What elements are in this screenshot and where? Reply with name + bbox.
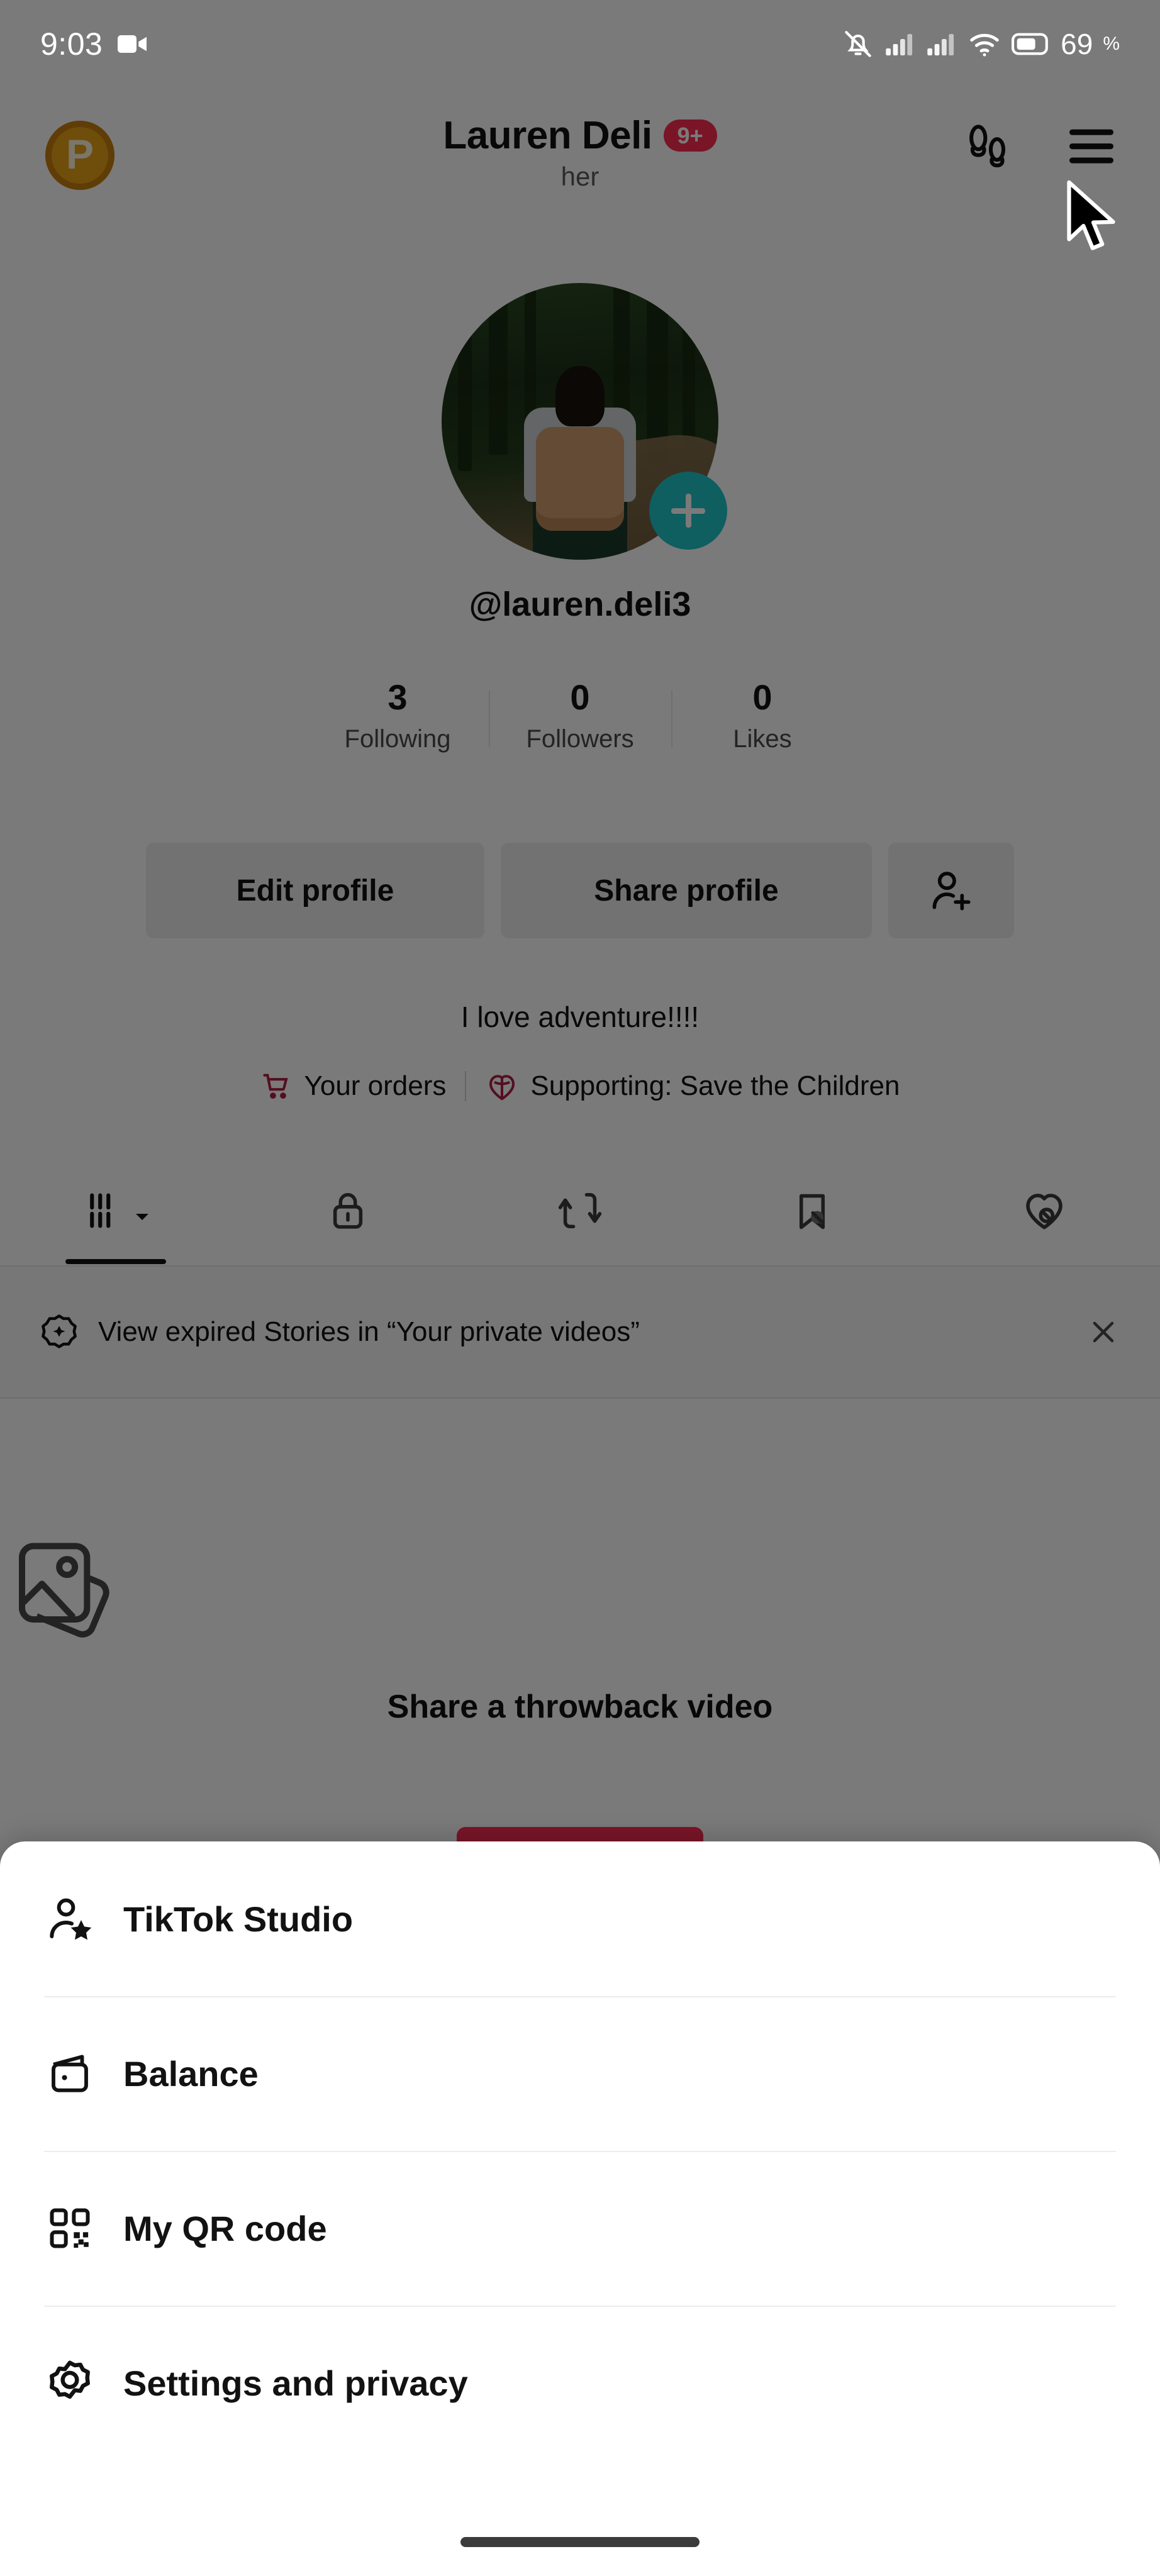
edit-profile-button[interactable]: Edit profile [146, 843, 484, 938]
stat-value: 0 [752, 677, 772, 717]
cellular-signal-icon [884, 30, 916, 58]
expired-stories-banner[interactable]: View expired Stories in “Your private vi… [0, 1267, 1160, 1397]
banner-divider [0, 1397, 1160, 1399]
sidebar-item-reposts-tab[interactable] [464, 1157, 696, 1264]
profile-header: P Lauren Deli 9+ her [0, 113, 1160, 214]
notifications-muted-icon [842, 28, 874, 60]
add-person-icon[interactable] [888, 843, 1014, 938]
meta-divider [465, 1071, 467, 1101]
menu-list: TikTok Studio Balance My QR code Setting… [0, 1841, 1160, 2460]
stat-likes[interactable]: 0 Likes [671, 679, 854, 753]
mouse-pointer-icon [1066, 180, 1124, 257]
sidebar-item-liked-tab[interactable] [928, 1157, 1160, 1264]
footprints-icon[interactable] [961, 119, 1015, 174]
sidebar-item-private-tab[interactable] [232, 1157, 464, 1264]
supporting-label: Supporting: Save the Children [530, 1070, 900, 1101]
stat-label: Likes [733, 724, 792, 753]
qr-code-icon [44, 2202, 96, 2254]
charity-heart-icon [485, 1069, 519, 1103]
stat-value: 0 [570, 677, 590, 717]
status-badge[interactable]: 9+ [663, 119, 717, 152]
status-time: 9:03 [40, 26, 103, 62]
active-tab-underline [65, 1259, 167, 1264]
home-indicator [460, 2537, 700, 2547]
stat-label: Followers [526, 724, 634, 753]
phone-screen: P Lauren Deli 9+ her @lauren.deli3 3 Fol… [0, 0, 1160, 2576]
share-profile-button[interactable]: Share profile [501, 843, 872, 938]
profile-actions: Edit profile Share profile [0, 843, 1160, 938]
your-orders-link[interactable]: Your orders [260, 1070, 447, 1102]
menu-item-my-qr-code[interactable]: My QR code [0, 2151, 1160, 2306]
profile-handle[interactable]: @lauren.deli3 [0, 585, 1160, 624]
menu-item-label: My QR code [123, 2208, 327, 2248]
battery-unit: % [1103, 33, 1120, 54]
profile-menu-sheet: TikTok Studio Balance My QR code Setting… [0, 1841, 1160, 2576]
menu-item-label: Balance [123, 2053, 259, 2094]
supporting-charity-link[interactable]: Supporting: Save the Children [485, 1069, 900, 1103]
hamburger-menu-icon[interactable] [1064, 125, 1118, 169]
wallet-icon [44, 2048, 96, 2099]
sidebar-item-videos-tab[interactable] [0, 1157, 232, 1264]
banner-text: View expired Stories in “Your private vi… [98, 1316, 640, 1347]
header-actions [961, 119, 1118, 174]
stat-followers[interactable]: 0 Followers [489, 679, 671, 753]
stat-value: 3 [388, 677, 408, 717]
profile-display-name: Lauren Deli [443, 114, 652, 157]
profile-tabs [0, 1157, 1160, 1264]
sidebar-item-favorites-tab[interactable] [696, 1157, 928, 1264]
menu-item-tiktok-studio[interactable]: TikTok Studio [0, 1841, 1160, 1996]
plus-icon[interactable] [649, 472, 727, 550]
video-record-icon [116, 31, 149, 57]
empty-state-text: Share a throwback video [387, 1689, 773, 1725]
menu-item-balance[interactable]: Balance [0, 1996, 1160, 2151]
gear-icon [44, 2357, 96, 2409]
menu-item-label: Settings and privacy [123, 2363, 468, 2403]
person-star-icon [44, 1893, 96, 1945]
menu-item-settings-and-privacy[interactable]: Settings and privacy [0, 2306, 1160, 2460]
avatar[interactable] [429, 270, 731, 572]
stat-label: Following [344, 724, 451, 753]
cellular-signal-2-icon [926, 30, 957, 58]
story-circle-star-icon [39, 1312, 79, 1352]
empty-state: Share a throwback video [0, 1528, 1160, 1726]
your-orders-label: Your orders [304, 1070, 447, 1101]
stacked-photos-icon [0, 1528, 1160, 1654]
close-icon[interactable] [1086, 1314, 1121, 1350]
battery-icon [1012, 31, 1051, 57]
shopping-cart-icon [260, 1070, 293, 1102]
profile-bio: I love adventure!!!! [460, 1001, 700, 1033]
battery-level: 69 [1061, 28, 1093, 60]
status-bar: 9:03 69 % [0, 0, 1160, 88]
stat-following[interactable]: 3 Following [306, 679, 489, 753]
profile-stats: 3 Following 0 Followers 0 Likes [0, 679, 1160, 753]
profile-meta-links: Your orders Supporting: Save the Childre… [0, 1069, 1160, 1103]
wifi-icon [968, 30, 1001, 58]
menu-item-label: TikTok Studio [123, 1899, 354, 1939]
